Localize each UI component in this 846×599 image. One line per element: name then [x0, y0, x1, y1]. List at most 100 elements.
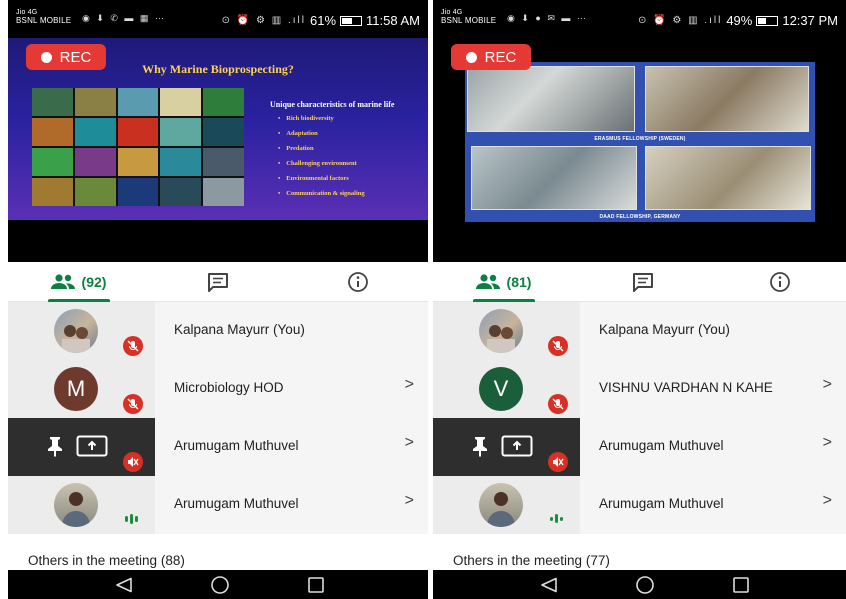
- speaking-indicator-icon: [125, 514, 138, 524]
- others-in-meeting[interactable]: Others in the meeting (88): [28, 553, 185, 568]
- chat-icon: [633, 273, 653, 292]
- participant-row[interactable]: Kalpana Mayurr (You): [433, 302, 846, 360]
- bullet-item: Environmental factors: [278, 175, 394, 182]
- characteristics-panel: Unique characteristics of marine life Ri…: [270, 100, 394, 205]
- bullet-item: Predation: [278, 145, 394, 152]
- rec-badge: REC: [26, 44, 106, 70]
- home-circle-icon: [636, 575, 654, 594]
- info-icon: [769, 272, 790, 292]
- notification-icons: ◉ ⬇ ● ✉ ▬ ⋯: [507, 13, 588, 23]
- avatar: [479, 483, 523, 527]
- recents-button[interactable]: [296, 570, 336, 599]
- participant-thumbnail: V: [433, 360, 580, 418]
- tab-people[interactable]: (92): [8, 262, 148, 302]
- screenshot-pair: Jio 4G BSNL MOBILE ◉ ⬇ ✆ ▬ ▦ ⋯ ⊙ ⏰ ⚙ ▥ .…: [0, 0, 846, 599]
- participant-row[interactable]: Arumugam Muthuvel >: [433, 418, 846, 476]
- participant-thumbnail: M: [8, 360, 155, 418]
- lab-photo: [467, 66, 635, 132]
- slide-caption: DAAD FELLOWSHIP, GERMANY: [599, 214, 681, 220]
- lab-photo: [645, 146, 811, 210]
- tab-chat[interactable]: [148, 262, 288, 302]
- status-bar: Jio 4G BSNL MOBILE ◉ ⬇ ✆ ▬ ▦ ⋯ ⊙ ⏰ ⚙ ▥ .…: [8, 0, 428, 38]
- bullet-item: Adaptation: [278, 130, 394, 137]
- pin-icon[interactable]: [471, 435, 489, 457]
- pin-share-controls: [471, 435, 533, 457]
- battery-percent: 61%: [310, 13, 337, 28]
- speaker-off-icon: [123, 452, 143, 472]
- present-screen-icon: [76, 435, 108, 457]
- chevron-right-icon[interactable]: >: [405, 492, 414, 510]
- chevron-right-icon[interactable]: >: [823, 434, 832, 452]
- lab-photo: [645, 66, 809, 132]
- info-icon: [348, 272, 368, 292]
- back-button[interactable]: [104, 570, 144, 599]
- avatar: [479, 309, 523, 353]
- participant-name: Kalpana Mayurr (You): [599, 322, 730, 337]
- chat-icon: [208, 273, 228, 292]
- notification-icons: ◉ ⬇ ✆ ▬ ▦ ⋯: [82, 13, 166, 23]
- participant-thumbnail: [433, 302, 580, 360]
- tab-people[interactable]: (81): [433, 262, 573, 302]
- status-bar: Jio 4G BSNL MOBILE ◉ ⬇ ● ✉ ▬ ⋯ ⊙ ⏰ ⚙ ▥ .…: [433, 0, 846, 38]
- participant-name: Microbiology HOD: [174, 380, 284, 395]
- participant-thumbnail: [433, 476, 580, 534]
- recents-button[interactable]: [721, 570, 761, 599]
- participant-name: Arumugam Muthuvel: [174, 438, 299, 453]
- participant-name: Arumugam Muthuvel: [174, 496, 299, 511]
- battery-fill: [342, 17, 353, 24]
- avatar: [54, 483, 98, 527]
- tab-info[interactable]: [713, 262, 846, 302]
- present-screen-icon: [501, 435, 533, 457]
- chevron-right-icon[interactable]: >: [823, 376, 832, 394]
- rec-dot-icon: [40, 51, 52, 63]
- participant-name: VISHNU VARDHAN N KAHE: [599, 380, 773, 395]
- participant-row[interactable]: Arumugam Muthuvel >: [8, 476, 428, 534]
- presentation-video[interactable]: ERASMUS FELLOWSHIP (SWEDEN) DAAD FELLOWS…: [433, 38, 846, 262]
- chevron-right-icon[interactable]: >: [405, 376, 414, 394]
- bullet-item: Rich biodiversity: [278, 115, 394, 122]
- participant-name: Kalpana Mayurr (You): [174, 322, 305, 337]
- tab-chat[interactable]: [573, 262, 713, 302]
- people-count: (92): [81, 274, 107, 290]
- android-nav-bar: [433, 570, 846, 599]
- chevron-right-icon[interactable]: >: [405, 434, 414, 452]
- rec-label: REC: [484, 48, 517, 66]
- pin-icon[interactable]: [46, 435, 64, 457]
- carrier-info: Jio 4G BSNL MOBILE: [16, 9, 71, 25]
- avatar-initial: M: [54, 367, 98, 411]
- meeting-tabs: (81): [433, 262, 846, 302]
- participant-thumbnail: [8, 418, 155, 476]
- participant-thumbnail: [8, 302, 155, 360]
- participant-row[interactable]: Kalpana Mayurr (You): [8, 302, 428, 360]
- battery-icon: [756, 15, 779, 26]
- home-button[interactable]: [625, 570, 665, 599]
- back-button[interactable]: [529, 570, 569, 599]
- bullet-item: Communication & signaling: [278, 190, 394, 197]
- system-icons: ⊙ ⏰ ⚙ ▥ .ıll: [637, 15, 723, 26]
- mic-off-icon: [548, 336, 568, 356]
- home-circle-icon: [211, 575, 229, 594]
- slide-caption: ERASMUS FELLOWSHIP (SWEDEN): [594, 136, 686, 142]
- tab-info[interactable]: [288, 262, 428, 302]
- home-button[interactable]: [200, 570, 240, 599]
- battery-fill: [758, 17, 767, 24]
- system-icons: ⊙ ⏰ ⚙ ▥ .ıll: [221, 15, 306, 26]
- marine-photo-mosaic: [32, 88, 244, 206]
- chevron-right-icon[interactable]: >: [823, 492, 832, 510]
- meeting-tabs: (92): [8, 262, 428, 302]
- participant-row[interactable]: M Microbiology HOD >: [8, 360, 428, 418]
- lab-photo: [471, 146, 637, 210]
- status-right: ⊙ ⏰ ⚙ ▥ .ıll 49% 12:37 PM: [638, 13, 838, 28]
- back-triangle-icon: [116, 577, 132, 592]
- participant-row[interactable]: Arumugam Muthuvel >: [433, 476, 846, 534]
- characteristics-list: Rich biodiversity Adaptation Predation C…: [270, 115, 394, 197]
- back-triangle-icon: [541, 577, 557, 592]
- people-icon: [50, 274, 75, 289]
- carrier-info: Jio 4G BSNL MOBILE: [441, 9, 496, 25]
- participant-row[interactable]: V VISHNU VARDHAN N KAHE >: [433, 360, 846, 418]
- participant-row[interactable]: Arumugam Muthuvel >: [8, 418, 428, 476]
- participant-thumbnail: [8, 476, 155, 534]
- others-in-meeting[interactable]: Others in the meeting (77): [453, 553, 610, 568]
- participant-name: Arumugam Muthuvel: [599, 438, 724, 453]
- presentation-video[interactable]: Why Marine Bioprospecting? Unique charac…: [8, 38, 428, 262]
